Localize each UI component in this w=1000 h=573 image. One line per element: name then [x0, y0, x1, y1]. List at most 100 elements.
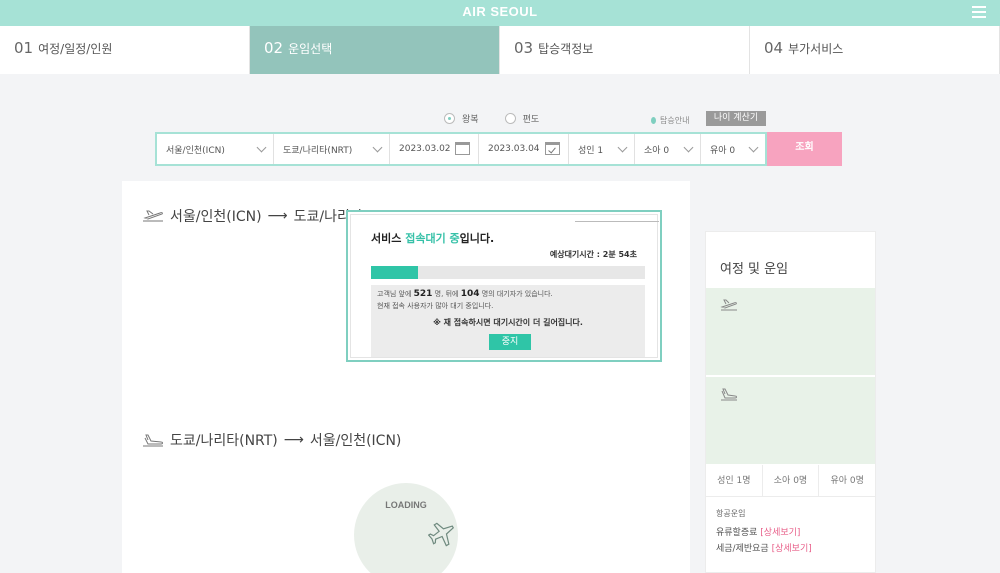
step-number: 04 — [764, 39, 784, 57]
inbound-route-title: 도쿄/나리타(NRT) ⟶ 서울/인천(ICN) — [142, 430, 401, 450]
landing-plane-icon — [721, 388, 737, 401]
radio-label: 왕복 — [462, 115, 479, 125]
count-prefix: 고객님 앞에 — [377, 290, 414, 298]
queue-info-box: 고객님 앞에 521 명, 뒤에 104 명의 대기자가 있습니다. 현재 접속… — [371, 285, 645, 357]
one-way-radio[interactable]: 편도 — [504, 112, 540, 125]
tax-fee-line: 세금/제반요금 [상세보기] — [716, 543, 820, 555]
trip-type-group: 왕복 편도 — [444, 112, 539, 125]
title-highlight: 접속대기 중 — [405, 232, 460, 245]
tax-detail-link[interactable]: [상세보기] — [772, 544, 812, 554]
return-date-field[interactable]: 2023.03.04 — [479, 134, 569, 164]
loading-indicator: LOADING — [354, 483, 458, 573]
radio-dot-icon — [444, 113, 455, 124]
adult-count-value: 성인 1 — [578, 145, 604, 156]
queue-reason-line: 현재 접속 사용자가 많아 대기 중입니다. — [377, 302, 494, 310]
chevron-down-icon — [256, 142, 267, 153]
route-arrow: ⟶ — [267, 208, 288, 224]
reconnect-warning: ※ 재 접속하시면 대기시간이 더 길어집니다. — [433, 318, 583, 327]
child-count-value: 소아 0 — [644, 145, 670, 156]
step-label: 부가서비스 — [788, 42, 844, 56]
route-origin: 도쿄/나리타(NRT) — [170, 433, 278, 449]
itinerary-fare-summary: 여정 및 운임 성인 1명 소아 0명 유아 0명 항공운임 유류할증료 [상세… — [705, 231, 876, 573]
adult-count: 성인 1명 — [706, 465, 763, 496]
step-number: 03 — [514, 39, 534, 57]
summary-title: 여정 및 운임 — [720, 262, 789, 277]
step-itinerary[interactable]: 01 여정/일정/인원 — [0, 26, 250, 74]
estimated-wait-time: 예상대기시간 : 2분 54초 — [550, 249, 637, 260]
age-calculator-button[interactable]: 나이 계산기 — [706, 111, 766, 126]
infant-count: 유아 0명 — [830, 476, 864, 486]
chevron-down-icon — [683, 142, 694, 153]
loading-text: LOADING — [385, 500, 427, 510]
behind-count: 104 — [460, 289, 480, 299]
outbound-summary-block — [706, 288, 875, 375]
wait-time-value: 2분 54초 — [602, 250, 637, 259]
step-label: 운임선택 — [288, 42, 333, 56]
takeoff-plane-icon — [143, 210, 163, 222]
calendar-check-icon[interactable] — [545, 142, 560, 155]
title-suffix: 입니다. — [459, 232, 495, 245]
queue-waiting-dialog: 서비스 접속대기 중입니다. 예상대기시간 : 2분 54초 고객님 앞에 52… — [346, 210, 662, 362]
fare-label: 항공운임 — [716, 509, 746, 518]
count-suffix: 명의 대기자가 있습니다. — [479, 290, 553, 298]
infant-count-select[interactable]: 유아 0 — [701, 134, 765, 164]
destination-select[interactable]: 도쿄/나리타(NRT) — [274, 134, 390, 164]
step-number: 02 — [264, 39, 284, 57]
ahead-count: 521 — [413, 289, 433, 299]
fuel-surcharge-line: 유류할증료 [상세보기] — [716, 525, 800, 538]
route-origin: 서울/인천(ICN) — [170, 209, 262, 225]
search-button[interactable]: 조회 — [767, 132, 842, 166]
queue-count-line: 고객님 앞에 521 명, 뒤에 104 명의 대기자가 있습니다. — [377, 289, 553, 299]
air-seoul-logo[interactable]: AIR SEOUL — [0, 4, 1000, 19]
hamburger-icon[interactable] — [972, 6, 986, 18]
route-arrow: ⟶ — [283, 432, 304, 448]
adult-count-select[interactable]: 성인 1 — [569, 134, 635, 164]
destination-value: 도쿄/나리타(NRT) — [283, 145, 353, 156]
step-extra-services[interactable]: 04 부가서비스 — [750, 26, 1000, 74]
step-number: 01 — [14, 39, 34, 57]
depart-date-value: 2023.03.02 — [399, 144, 451, 154]
step-label: 탑승객정보 — [538, 42, 594, 56]
passenger-count-row: 성인 1명 소아 0명 유아 0명 — [706, 465, 875, 497]
queue-progress-bar — [371, 266, 645, 279]
fuel-surcharge-label: 유류할증료 — [716, 528, 758, 538]
title-prefix: 서비스 — [371, 232, 406, 245]
fuel-detail-link[interactable]: [상세보기] — [760, 528, 800, 538]
flight-search-bar: 서울/인천(ICN) 도쿄/나리타(NRT) 2023.03.02 2023.0… — [155, 132, 767, 166]
depart-date-field[interactable]: 2023.03.02 — [390, 134, 479, 164]
step-label: 여정/일정/인원 — [38, 42, 113, 56]
booking-steps: 01 여정/일정/인원 02 운임선택 03 탑승객정보 04 부가서비스 — [0, 26, 1000, 74]
child-count-select[interactable]: 소아 0 — [635, 134, 701, 164]
child-count: 소아 0명 — [763, 465, 820, 496]
radio-dot-icon — [504, 113, 516, 124]
radio-label: 편도 — [522, 115, 540, 125]
notice-text: 탑승안내 — [660, 116, 690, 125]
infant-count-value: 유아 0 — [710, 145, 736, 156]
origin-select[interactable]: 서울/인천(ICN) — [157, 134, 274, 164]
return-date-value: 2023.03.04 — [488, 144, 540, 154]
chevron-down-icon — [748, 142, 759, 153]
origin-value: 서울/인천(ICN) — [166, 145, 225, 156]
divider — [575, 221, 659, 222]
top-bar: AIR SEOUL — [0, 0, 1000, 26]
info-drop-icon — [651, 117, 656, 124]
wait-label: 예상대기시간 : — [549, 250, 603, 259]
landing-plane-icon — [143, 434, 163, 447]
airplane-icon — [428, 522, 455, 547]
chevron-down-icon — [372, 142, 383, 153]
step-passenger-info[interactable]: 03 탑승객정보 — [500, 26, 750, 74]
dialog-title: 서비스 접속대기 중입니다. — [371, 230, 494, 246]
route-destination: 서울/인천(ICN) — [309, 433, 402, 449]
inbound-summary-block — [706, 377, 875, 464]
takeoff-plane-icon — [720, 299, 737, 311]
count-middle: 명, 뒤에 — [432, 290, 461, 298]
chevron-down-icon — [617, 142, 628, 153]
calendar-icon[interactable] — [455, 142, 470, 155]
boarding-notice-link[interactable]: 탑승안내 — [651, 115, 689, 126]
round-trip-radio[interactable]: 왕복 — [444, 112, 479, 125]
progress-fill — [371, 266, 418, 279]
dialog-body: 서비스 접속대기 중입니다. 예상대기시간 : 2분 54초 고객님 앞에 52… — [350, 214, 659, 358]
stop-button[interactable]: 중지 — [489, 334, 531, 350]
step-fare-selection[interactable]: 02 운임선택 — [250, 26, 500, 74]
tax-fee-label: 세금/제반요금 — [716, 544, 769, 554]
